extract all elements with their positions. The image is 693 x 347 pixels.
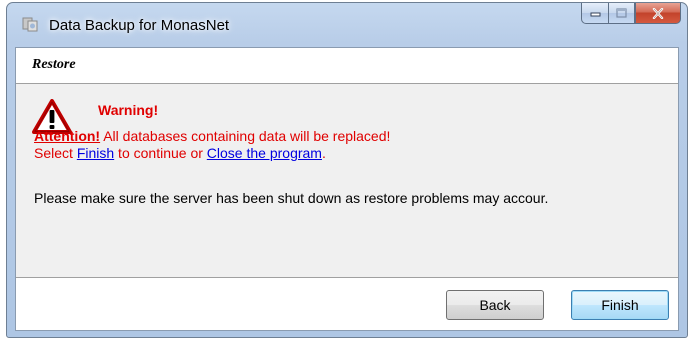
attention-line: Attention! All databases containing data… bbox=[34, 128, 390, 144]
select-suffix: . bbox=[321, 145, 326, 161]
window-title: Data Backup for MonasNet bbox=[49, 17, 230, 34]
button-bar: Back Finish bbox=[16, 277, 678, 330]
select-line: Select Finish to continue or Close the p… bbox=[34, 145, 326, 161]
finish-button[interactable]: Finish bbox=[571, 290, 669, 320]
dialog-content: Restore Warning! Attention! All database… bbox=[15, 47, 679, 331]
maximize-icon bbox=[616, 8, 627, 18]
app-window: Data Backup for MonasNet Restore Warning… bbox=[6, 2, 688, 338]
back-button[interactable]: Back bbox=[446, 290, 544, 320]
attention-text: All databases containing data will be re… bbox=[100, 128, 391, 144]
info-text: Please make sure the server has been shu… bbox=[34, 190, 549, 206]
maximize-button[interactable] bbox=[608, 3, 635, 24]
caption-buttons bbox=[581, 3, 681, 25]
select-middle: to continue or bbox=[114, 145, 207, 161]
close-button[interactable] bbox=[635, 3, 681, 24]
page-title: Restore bbox=[32, 57, 76, 72]
header-band: Restore bbox=[16, 48, 678, 84]
close-icon bbox=[652, 7, 664, 19]
minimize-button[interactable] bbox=[581, 3, 608, 24]
close-program-link[interactable]: Close the program bbox=[207, 145, 322, 161]
select-prefix: Select bbox=[34, 145, 77, 161]
app-icon bbox=[22, 17, 38, 32]
title-bar[interactable]: Data Backup for MonasNet bbox=[7, 3, 687, 47]
minimize-icon bbox=[590, 12, 600, 17]
attention-label: Attention! bbox=[34, 128, 101, 144]
finish-link[interactable]: Finish bbox=[77, 145, 114, 161]
warning-title: Warning! bbox=[98, 102, 159, 118]
